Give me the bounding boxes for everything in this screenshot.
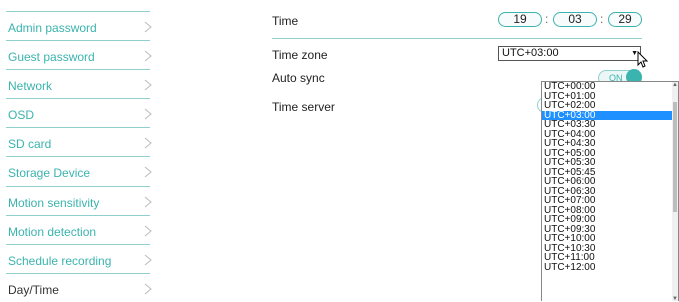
timezone-select-value: UTC+03:00 — [502, 47, 559, 59]
autosync-label: Auto sync — [272, 71, 325, 85]
nav-item-guest-password[interactable]: Guest password — [0, 40, 152, 69]
nav-item-label: Motion sensitivity — [8, 196, 100, 210]
nav-item-label: Storage Device — [8, 166, 91, 180]
timezone-select[interactable]: UTC+03:00 ▼ — [498, 46, 641, 61]
chevron-right-icon — [144, 196, 152, 208]
dropdown-scrollbar[interactable]: ▲ ▼ — [672, 82, 678, 301]
nav-item-osd[interactable]: OSD — [0, 98, 152, 127]
chevron-right-icon — [144, 79, 152, 91]
nav-item-label: SD card — [8, 137, 52, 151]
chevron-right-icon — [144, 225, 152, 237]
chevron-right-icon — [144, 166, 152, 178]
nav-item-schedule-recording[interactable]: Schedule recording — [0, 244, 152, 273]
nav-item-admin-password[interactable]: Admin password — [0, 11, 152, 40]
time-separator: : — [545, 12, 549, 26]
nav-item-label: Day/Time — [8, 283, 59, 297]
chevron-right-icon — [144, 283, 152, 295]
nav-item-motion-detection[interactable]: Motion detection — [0, 215, 152, 244]
chevron-right-icon — [144, 21, 152, 33]
time-label: Time — [272, 14, 299, 28]
nav-item-label: OSD — [8, 108, 35, 122]
settings-sidebar: Admin password Guest password Network OS… — [0, 0, 160, 301]
nav-item-network[interactable]: Network — [0, 69, 152, 98]
nav-item-motion-sensitivity[interactable]: Motion sensitivity — [0, 186, 152, 215]
nav-item-label: Admin password — [8, 21, 97, 35]
hour-field[interactable]: 19 — [498, 12, 542, 27]
timezone-dropdown-list[interactable]: UTC+00:00 UTC+01:00 UTC+02:00 UTC+03:00 UTC+… — [541, 81, 679, 301]
minute-field[interactable]: 03 — [553, 12, 597, 27]
chevron-right-icon — [144, 50, 152, 62]
time-row-divider — [272, 38, 642, 39]
chevron-right-icon — [144, 108, 152, 120]
scrollbar-thumb[interactable] — [673, 102, 677, 212]
nav-item-day-time[interactable]: Day/Time — [0, 273, 152, 302]
timezone-label: Time zone — [272, 48, 328, 62]
timezone-option[interactable]: UTC+12:00 — [542, 262, 673, 273]
time-separator: : — [600, 12, 604, 26]
chevron-right-icon — [144, 137, 152, 149]
chevron-right-icon — [144, 254, 152, 266]
time-server-label: Time server — [272, 100, 335, 114]
nav-item-storage-device[interactable]: Storage Device — [0, 156, 152, 185]
nav-item-label: Network — [8, 79, 53, 93]
nav-item-label: Schedule recording — [8, 254, 112, 268]
nav-item-label: Motion detection — [8, 225, 97, 239]
nav-item-label: Guest password — [8, 50, 95, 64]
scroll-down-icon[interactable]: ▼ — [672, 296, 678, 301]
scroll-up-icon[interactable]: ▲ — [672, 82, 678, 88]
second-field[interactable]: 29 — [608, 12, 642, 27]
timezone-options: UTC+00:00 UTC+01:00 UTC+02:00 UTC+03:00 UTC+… — [542, 82, 673, 272]
nav-item-sd-card[interactable]: SD card — [0, 127, 152, 156]
mouse-cursor-icon — [637, 51, 649, 68]
